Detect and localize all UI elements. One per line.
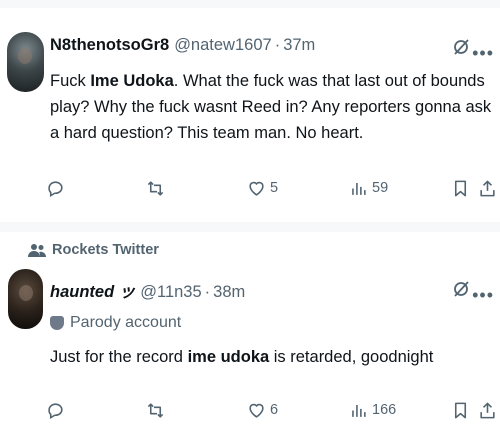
like-button[interactable]: 6 xyxy=(247,398,278,422)
tweet-text-part: Just for the record xyxy=(50,348,188,366)
reply-button[interactable] xyxy=(46,398,69,422)
parody-label: Parody account xyxy=(50,314,181,332)
separator-dot: · xyxy=(274,36,281,54)
avatar[interactable] xyxy=(8,269,43,329)
view-count: 59 xyxy=(372,180,389,196)
tweet-text-bold: Ime Udoka xyxy=(90,72,174,90)
tweet-header: haunted ッ @11n35 · 38m xyxy=(50,278,245,302)
tweet-text-part: Fuck xyxy=(50,72,91,90)
bookmark-icon xyxy=(454,180,467,196)
views-icon xyxy=(352,182,366,195)
share-button[interactable] xyxy=(478,398,497,422)
views-button[interactable]: 166 xyxy=(349,398,396,422)
parody-label-text: Parody account xyxy=(70,314,182,331)
share-icon xyxy=(480,402,495,418)
tweet-actions: 5 59 xyxy=(0,176,500,200)
separator-dot: · xyxy=(204,283,211,301)
reply-button[interactable] xyxy=(46,176,69,200)
user-handle[interactable]: @natew1607 xyxy=(174,36,272,55)
social-context-label: Rockets Twitter xyxy=(52,242,159,258)
avatar-face xyxy=(19,285,33,301)
tweet-text-bold: ime udoka xyxy=(187,348,270,366)
like-count: 5 xyxy=(270,180,279,196)
timestamp[interactable]: 37m xyxy=(283,36,315,55)
heart-icon xyxy=(249,181,264,196)
heart-icon xyxy=(249,403,264,418)
grok-icon[interactable] xyxy=(452,38,470,56)
retweet-button[interactable] xyxy=(146,176,169,200)
avatar-face xyxy=(18,48,32,64)
tweet-actions: 6 166 xyxy=(0,398,500,422)
tweet[interactable]: Rockets Twitter haunted ッ @11n35 · 38m •… xyxy=(0,232,500,440)
share-icon xyxy=(480,180,495,196)
more-icon[interactable]: ••• xyxy=(472,44,494,62)
timeline-feed: N8thenotsoGr8 @natew1607 · 37m ••• Fuck … xyxy=(0,0,500,440)
retweet-icon xyxy=(147,180,164,196)
tweet-text-part: is retarded, goodnight xyxy=(269,348,434,366)
bookmark-button[interactable] xyxy=(451,398,470,422)
bookmark-icon xyxy=(454,402,467,418)
more-icon[interactable]: ••• xyxy=(472,286,494,304)
views-button[interactable]: 59 xyxy=(349,176,388,200)
views-icon xyxy=(352,404,366,417)
tweet-text: Fuck Ime Udoka. What the fuck was that l… xyxy=(50,68,495,146)
retweet-icon xyxy=(147,402,164,418)
like-count: 6 xyxy=(270,402,279,418)
retweet-button[interactable] xyxy=(146,398,169,422)
display-name[interactable]: N8thenotsoGr8 xyxy=(50,36,169,55)
avatar[interactable] xyxy=(7,32,44,92)
reply-icon xyxy=(48,402,63,419)
timestamp[interactable]: 38m xyxy=(213,283,245,302)
share-button[interactable] xyxy=(478,176,497,200)
parody-mask-icon xyxy=(50,316,64,330)
social-context[interactable]: Rockets Twitter xyxy=(28,242,159,258)
tweet[interactable]: N8thenotsoGr8 @natew1607 · 37m ••• Fuck … xyxy=(0,8,500,222)
display-name[interactable]: haunted ッ xyxy=(50,278,135,302)
view-count: 166 xyxy=(372,402,397,418)
tweet-header: N8thenotsoGr8 @natew1607 · 37m xyxy=(50,36,315,55)
reply-icon xyxy=(48,180,63,197)
people-icon xyxy=(28,244,46,257)
bookmark-button[interactable] xyxy=(451,176,470,200)
user-handle[interactable]: @11n35 xyxy=(140,283,201,302)
like-button[interactable]: 5 xyxy=(247,176,278,200)
grok-icon[interactable] xyxy=(452,280,470,298)
tweet-text: Just for the record ime udoka is retarde… xyxy=(50,344,495,370)
